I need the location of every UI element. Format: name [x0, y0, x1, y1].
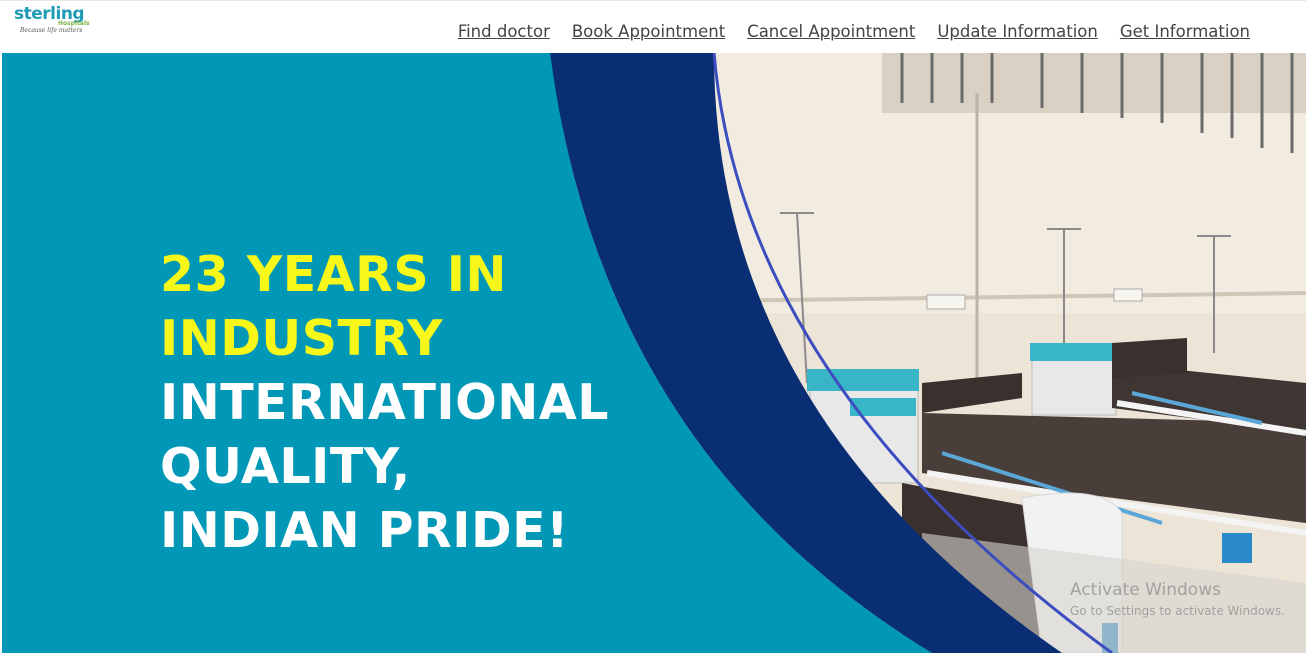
nav-cancel-appointment[interactable]: Cancel Appointment [747, 22, 915, 41]
main-nav: Find doctor Book Appointment Cancel Appo… [458, 22, 1250, 41]
headline-line-4: QUALITY, [160, 438, 411, 495]
hero-headline: 23 YEARS IN INDUSTRY INTERNATIONAL QUALI… [160, 243, 609, 563]
windows-activation-watermark: Activate Windows Go to Settings to activ… [1070, 580, 1285, 618]
headline-line-5: INDIAN PRIDE! [160, 502, 570, 559]
headline-line-2: INDUSTRY [160, 310, 443, 367]
headline-line-3: INTERNATIONAL [160, 374, 609, 431]
nav-find-doctor[interactable]: Find doctor [458, 22, 550, 41]
logo-sub: Hospitals [58, 20, 90, 27]
hero-banner: 23 YEARS IN INDUSTRY INTERNATIONAL QUALI… [2, 53, 1306, 653]
nav-update-information[interactable]: Update Information [937, 22, 1098, 41]
nav-book-appointment[interactable]: Book Appointment [572, 22, 725, 41]
logo-tagline: Because life matters [20, 27, 83, 34]
nav-get-information[interactable]: Get Information [1120, 22, 1250, 41]
watermark-title: Activate Windows [1070, 580, 1221, 600]
headline-line-1: 23 YEARS IN [160, 246, 507, 303]
sterling-logo[interactable]: sterling Hospitals Because life matters [14, 4, 94, 37]
site-header: sterling Hospitals Because life matters … [0, 0, 1306, 53]
watermark-subtitle: Go to Settings to activate Windows. [1070, 604, 1285, 618]
